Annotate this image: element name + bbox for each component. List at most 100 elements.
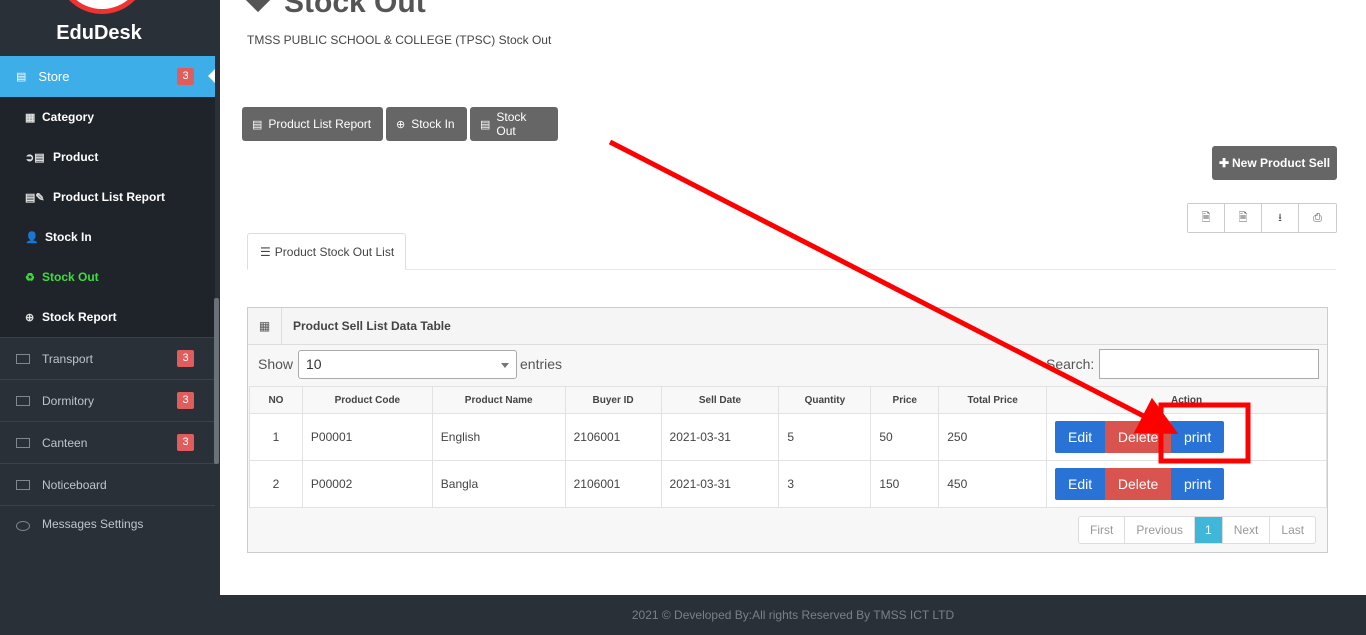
show-label: Show bbox=[258, 356, 294, 372]
page-next[interactable]: Next bbox=[1223, 517, 1271, 543]
cell-price: 150 bbox=[870, 460, 940, 508]
data-table-panel: ▦ Product Sell List Data Table Show 10 e… bbox=[247, 307, 1328, 553]
print-button[interactable]: print bbox=[1171, 468, 1225, 500]
count-badge: 3 bbox=[177, 350, 194, 367]
cell-price: 50 bbox=[870, 413, 940, 461]
column-header[interactable]: Total Price bbox=[938, 386, 1048, 414]
cell-buyer-id: 2106001 bbox=[564, 460, 662, 508]
column-header[interactable]: Sell Date bbox=[660, 386, 780, 414]
download-icon[interactable]: ⭳ bbox=[1262, 204, 1299, 232]
column-header[interactable]: Buyer ID bbox=[564, 386, 662, 414]
edit-button[interactable]: Edit bbox=[1055, 468, 1106, 500]
chat-icon bbox=[16, 521, 30, 531]
sidebar-item-stock-out[interactable]: ♻ Stock Out bbox=[0, 257, 215, 297]
card-icon bbox=[16, 479, 30, 490]
column-header[interactable]: Quantity bbox=[778, 386, 872, 414]
sidebar-item-label: Messages Settings bbox=[42, 517, 144, 531]
count-badge: 3 bbox=[177, 68, 194, 85]
card-icon bbox=[16, 353, 30, 364]
list-icon: ▤ bbox=[252, 118, 263, 131]
sidebar-item-transport[interactable]: Transport 3 bbox=[0, 337, 215, 379]
print-button[interactable]: print bbox=[1171, 421, 1225, 453]
stock-out-table: NO Product Code Product Name Buyer ID Se… bbox=[249, 386, 1327, 508]
delete-button[interactable]: Delete bbox=[1105, 468, 1172, 500]
sidebar-item-canteen[interactable]: Canteen 3 bbox=[0, 421, 215, 463]
stock-in-button[interactable]: ⊕ Stock In bbox=[386, 107, 467, 141]
sidebar-item-label: Category bbox=[42, 110, 95, 124]
column-header[interactable]: Product Code bbox=[301, 386, 433, 414]
stock-out-button[interactable]: ▤ Stock Out bbox=[470, 107, 558, 141]
cell-total-price: 450 bbox=[938, 460, 1048, 508]
sidebar-item-category[interactable]: ▦ Category bbox=[0, 97, 215, 137]
search-input[interactable] bbox=[1099, 349, 1319, 379]
sidebar-item-stock-in[interactable]: 👤 Stock In bbox=[0, 217, 215, 257]
cell-product-name: Bangla bbox=[431, 460, 566, 508]
page-subtitle: TMSS PUBLIC SCHOOL & COLLEGE (TPSC) Stoc… bbox=[247, 33, 552, 47]
page-size-select[interactable]: 10 bbox=[298, 350, 517, 379]
sidebar-item-messages-settings[interactable]: Messages Settings bbox=[0, 505, 215, 531]
user-in-icon: 👤 bbox=[25, 231, 39, 244]
store-submenu: ▦ Category ➲▤ Product ▤✎ Product List Repor… bbox=[0, 97, 215, 337]
cell-product-name: English bbox=[431, 413, 566, 461]
action-group: Edit Delete print bbox=[1055, 468, 1326, 500]
cell-product-code: P00002 bbox=[301, 460, 433, 508]
page-title: Stock Out bbox=[243, 0, 426, 20]
bars-icon: ☰ bbox=[260, 244, 271, 259]
page-previous[interactable]: Previous bbox=[1125, 517, 1196, 543]
table-row: 2 P00002 Bangla 2106001 2021-03-31 3 150… bbox=[249, 460, 1327, 508]
sidebar-item-label: Stock Report bbox=[42, 310, 117, 324]
sidebar-scrollbar[interactable] bbox=[214, 298, 219, 464]
grid-icon: ▦ bbox=[248, 307, 282, 345]
pagination: First Previous 1 Next Last bbox=[1078, 516, 1317, 544]
brand-name: EduDesk bbox=[56, 22, 142, 44]
tab-divider bbox=[406, 269, 1336, 270]
sidebar-item-product[interactable]: ➲▤ Product bbox=[0, 137, 215, 177]
tab-label: Product Stock Out List bbox=[274, 244, 395, 259]
sidebar-item-label: Noticeboard bbox=[42, 477, 107, 492]
cell-no: 2 bbox=[249, 460, 303, 508]
product-list-report-button[interactable]: ▤ Product List Report bbox=[242, 107, 383, 141]
page-first[interactable]: First bbox=[1079, 517, 1126, 543]
card-icon bbox=[16, 437, 30, 448]
pdf-icon[interactable]: 🗎 bbox=[1188, 204, 1225, 232]
print-icon[interactable]: ⎙ bbox=[1299, 204, 1336, 232]
button-label: Stock Out bbox=[496, 110, 527, 138]
plus-circle-icon: ⊕ bbox=[396, 118, 406, 131]
footer: 2021 © Developed By:All rights Reserved … bbox=[220, 595, 1366, 635]
table-row: 1 P00001 English 2106001 2021-03-31 5 50… bbox=[249, 413, 1327, 461]
sidebar-item-store[interactable]: ▤ Store 3 bbox=[0, 56, 215, 97]
sidebar-item-label: Store bbox=[38, 69, 70, 84]
column-header: Action bbox=[1046, 386, 1327, 414]
page-current[interactable]: 1 bbox=[1195, 517, 1223, 543]
sidebar-item-dormitory[interactable]: Dormitory 3 bbox=[0, 379, 215, 421]
page-size-value: 10 bbox=[306, 356, 322, 372]
tab-product-stock-out-list[interactable]: ☰ Product Stock Out List bbox=[247, 233, 406, 270]
panel-header: ▦ Product Sell List Data Table bbox=[248, 307, 1327, 345]
delete-button[interactable]: Delete bbox=[1105, 421, 1172, 453]
column-header[interactable]: NO bbox=[249, 386, 303, 414]
entries-label: entries bbox=[520, 356, 563, 372]
th-icon: ▦ bbox=[25, 111, 36, 124]
search-label: Search: bbox=[1046, 356, 1095, 372]
page-last[interactable]: Last bbox=[1270, 517, 1315, 543]
cell-actions: Edit Delete print bbox=[1046, 460, 1327, 508]
sidebar-item-noticeboard[interactable]: Noticeboard bbox=[0, 463, 215, 505]
sidebar-item-label: Product List Report bbox=[53, 190, 166, 204]
sidebar: EduDesk ▤ Store 3 ▦ Category ➲▤ Product ▤✎… bbox=[0, 0, 220, 635]
count-badge: 3 bbox=[177, 434, 194, 451]
active-caret-icon bbox=[208, 69, 215, 83]
cell-sell-date: 2021-03-31 bbox=[660, 413, 780, 461]
column-header[interactable]: Product Name bbox=[431, 386, 566, 414]
sidebar-item-stock-report[interactable]: ⊕ Stock Report bbox=[0, 297, 215, 337]
sidebar-item-product-list-report[interactable]: ▤✎ Product List Report bbox=[0, 177, 215, 217]
button-label: Product List Report bbox=[268, 117, 372, 131]
diamond-icon bbox=[243, 0, 273, 13]
new-product-sell-button[interactable]: ✚ New Product Sell bbox=[1212, 146, 1337, 180]
table-header-row: NO Product Code Product Name Buyer ID Se… bbox=[249, 386, 1327, 414]
plus-circle-icon: ⊕ bbox=[25, 311, 35, 324]
sidebar-item-label: Stock Out bbox=[42, 270, 99, 284]
excel-icon[interactable]: 🗎 bbox=[1225, 204, 1262, 232]
card-icon bbox=[16, 395, 30, 406]
column-header[interactable]: Price bbox=[870, 386, 940, 414]
edit-button[interactable]: Edit bbox=[1055, 421, 1106, 453]
